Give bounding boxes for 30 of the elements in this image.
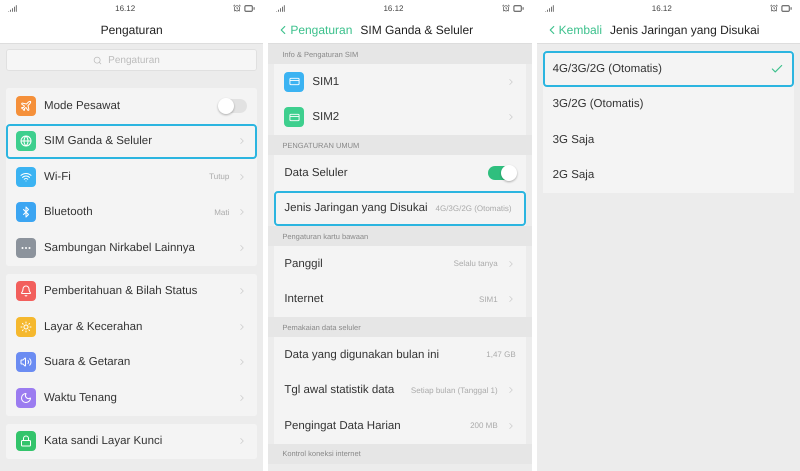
signal-icon [8, 4, 17, 12]
battery-icon [780, 2, 792, 14]
setting-value: Tutup [209, 172, 230, 182]
network-option[interactable]: 4G/3G/2G (Otomatis) [542, 51, 794, 86]
status-time: 16.12 [115, 4, 136, 12]
setting-value: 1,47 GB [486, 350, 516, 360]
status-time: 16.12 [383, 4, 404, 12]
setting-value: SIM1 [478, 294, 498, 304]
setting-value: 200 MB [470, 421, 498, 430]
search-icon [93, 56, 102, 64]
setting-value: Selalu tanya [454, 259, 498, 268]
alarm-icon [233, 4, 242, 12]
battery-icon [512, 2, 524, 14]
signal-icon [544, 4, 554, 12]
alarm-icon [770, 4, 778, 12]
setting-value: 4G/3G/2G (Otomatis) [436, 204, 512, 213]
settings-row[interactable]: SIM Ganda & Seluler [6, 124, 258, 159]
screen-title: Jenis Jaringan yang Disukai [610, 22, 760, 36]
setting-value: Setiap bulan (Tanggal 1) [410, 386, 498, 395]
screen-title: SIM Ganda & Seluler [360, 22, 474, 36]
alarm-icon [502, 4, 510, 12]
toggle-switch[interactable] [219, 98, 248, 113]
signal-icon [276, 4, 286, 12]
toggle-switch[interactable] [488, 166, 516, 180]
screen-title: Pengaturan [100, 22, 163, 36]
search-field[interactable]: Pengaturan [106, 54, 170, 66]
setting-value: Mati [214, 208, 230, 217]
battery-icon [244, 2, 256, 14]
status-time: 16.12 [652, 4, 672, 12]
settings-row[interactable]: Jenis Jaringan yang Disukai 4G/3G/2G (Otomatis) [274, 190, 526, 226]
